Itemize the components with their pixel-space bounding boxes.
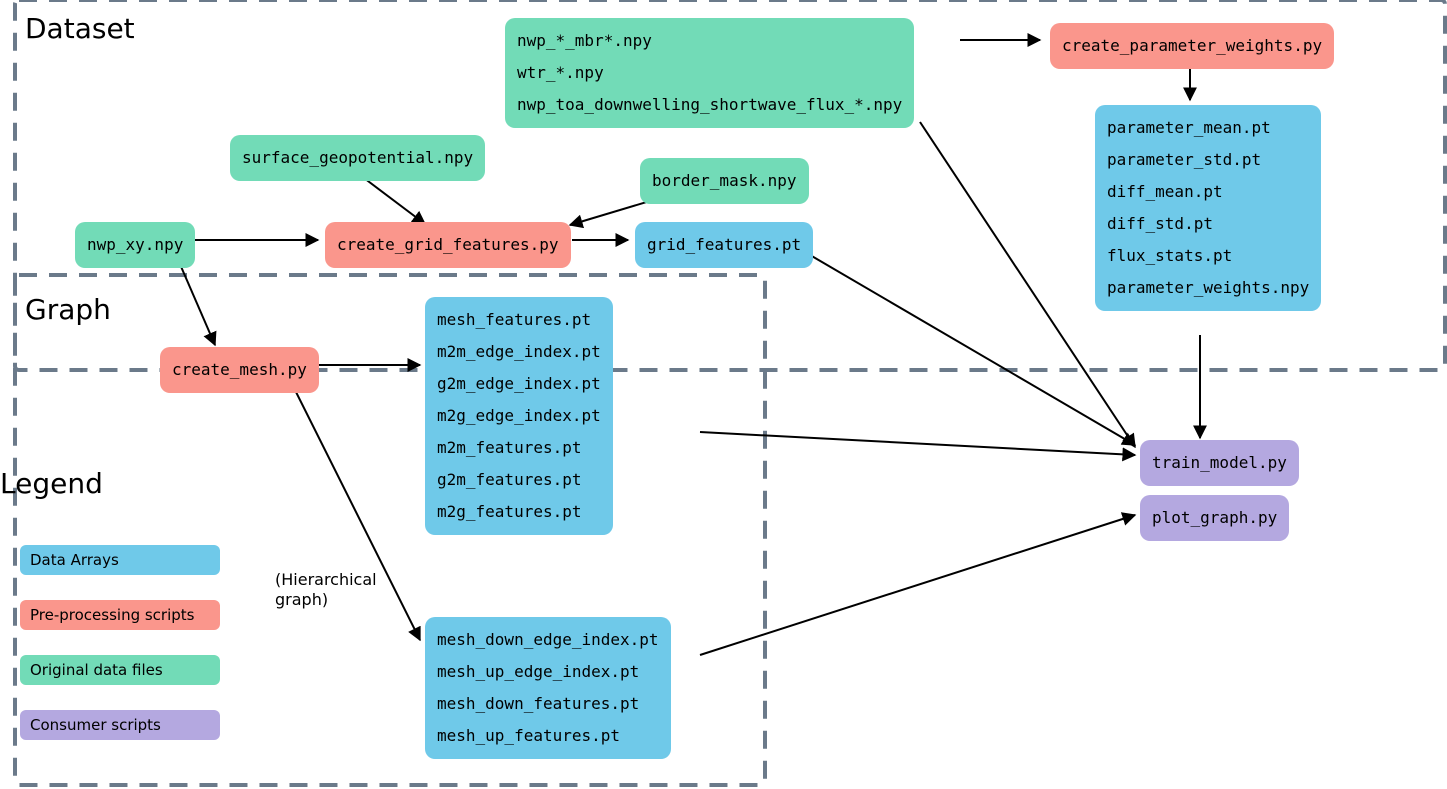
create-parameter-weights-node: create_parameter_weights.py <box>1050 23 1334 69</box>
plot-graph-node: plot_graph.py <box>1140 495 1289 541</box>
legend-consumer-scripts: Consumer scripts <box>20 710 220 740</box>
graph-sheet-label: Graph <box>25 293 111 326</box>
hierarchical-note: (Hierarchicalgraph) <box>275 570 377 610</box>
legend-data-arrays: Data Arrays <box>20 545 220 575</box>
create-mesh-node: create_mesh.py <box>160 347 319 393</box>
dataset-sheet-label: Dataset <box>25 12 135 45</box>
train-model-node: train_model.py <box>1140 440 1299 486</box>
create-grid-features-node: create_grid_features.py <box>325 222 571 268</box>
surface-geopotential-node: surface_geopotential.npy <box>230 135 485 181</box>
nwp-files-node: nwp_*_mbr*.npywtr_*.npynwp_toa_downwelli… <box>505 18 914 128</box>
mesh-hierarchical-outputs-node: mesh_down_edge_index.ptmesh_up_edge_inde… <box>425 617 671 759</box>
nwp-xy-node: nwp_xy.npy <box>75 222 195 268</box>
parameter-outputs-node: parameter_mean.ptparameter_std.ptdiff_me… <box>1095 105 1321 311</box>
legend-original-data: Original data files <box>20 655 220 685</box>
legend-pre-processing: Pre-processing scripts <box>20 600 220 630</box>
legend-title: Legend <box>0 467 103 500</box>
mesh-outputs-node: mesh_features.ptm2m_edge_index.ptg2m_edg… <box>425 297 613 535</box>
border-mask-node: border_mask.npy <box>640 158 809 204</box>
grid-features-node: grid_features.pt <box>635 222 813 268</box>
